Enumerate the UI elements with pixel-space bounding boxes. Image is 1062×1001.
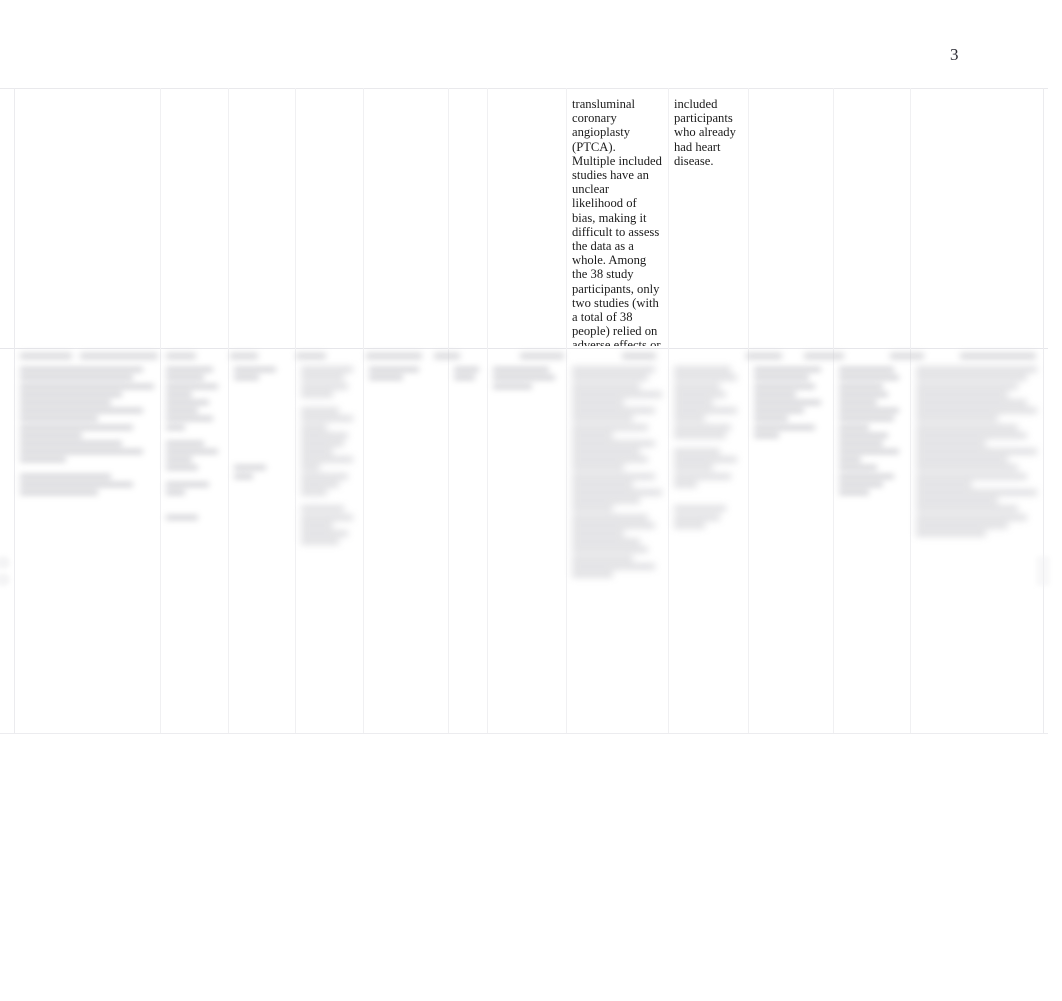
table-cell-findings: transluminal coronary angioplasty (PTCA)… <box>572 97 662 346</box>
table-cell <box>363 362 448 730</box>
table-rule-bottom <box>0 733 1048 734</box>
table-cell <box>833 90 910 346</box>
table-cell <box>910 90 1043 346</box>
margin-artifact-left <box>0 556 16 586</box>
table-cell <box>160 362 228 730</box>
table-cell <box>487 90 566 346</box>
page-number: 3 <box>950 45 959 64</box>
table-cell <box>14 362 160 730</box>
table-cell <box>910 362 1043 730</box>
table-cell <box>228 362 295 730</box>
table-cell <box>363 90 448 346</box>
table-cell <box>228 90 295 346</box>
table-rule-top <box>0 88 1048 89</box>
table-cell <box>295 90 363 346</box>
table-cell <box>566 362 668 730</box>
table-cell <box>160 90 228 346</box>
table-cell <box>748 362 833 730</box>
table-cell <box>668 362 748 730</box>
table-cell <box>748 90 833 346</box>
table-cell <box>487 362 566 730</box>
table-cell-population: included participants who already had he… <box>674 97 736 168</box>
table-cell <box>14 90 160 346</box>
table-border-right <box>1043 88 1044 733</box>
table-cell <box>448 90 487 346</box>
table-cell <box>448 362 487 730</box>
data-table: transluminal coronary angioplasty (PTCA)… <box>0 88 1048 736</box>
table-cell <box>295 362 363 730</box>
table-cell <box>833 362 910 730</box>
margin-artifact-right <box>1036 556 1050 586</box>
document-page: 3 transluminal coronary angioplasty (PTC… <box>0 0 1062 1001</box>
